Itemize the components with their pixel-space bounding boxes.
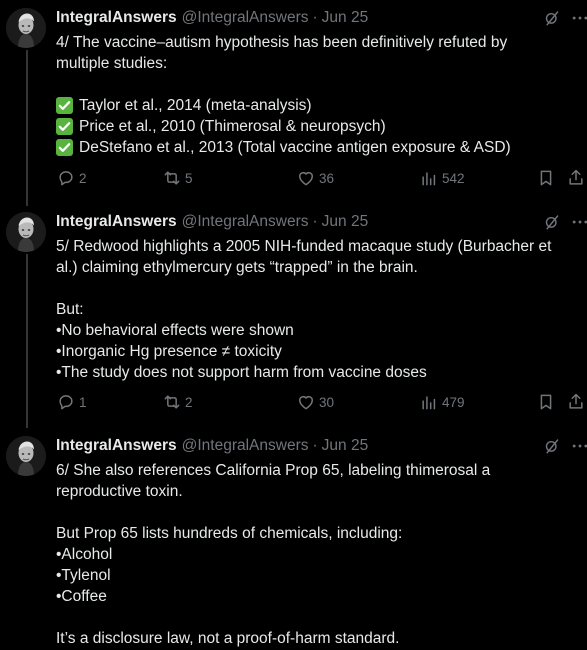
text-line: But: bbox=[56, 301, 84, 318]
avatar[interactable] bbox=[6, 8, 46, 48]
bullet-item: •Inorganic Hg presence ≠ toxicity bbox=[56, 343, 282, 360]
retweet-button[interactable]: 5 bbox=[162, 168, 193, 188]
tweet-6[interactable]: IntegralAnswers @IntegralAnswers · Jun 2… bbox=[0, 436, 587, 650]
like-count: 36 bbox=[319, 170, 335, 186]
study-item: Price et al., 2010 (Thimerosal & neurops… bbox=[56, 116, 584, 137]
share-icon bbox=[566, 168, 586, 188]
avatar[interactable] bbox=[6, 212, 46, 252]
grok-icon[interactable] bbox=[543, 212, 561, 232]
like-button[interactable]: 36 bbox=[296, 168, 334, 188]
share-icon bbox=[566, 392, 586, 412]
speech-bubble-icon bbox=[56, 168, 76, 188]
bullet-item: •The study does not support harm from va… bbox=[56, 364, 427, 381]
retweet-count: 5 bbox=[185, 170, 193, 186]
retweet-icon bbox=[162, 168, 182, 188]
separator-dot: · bbox=[312, 437, 318, 454]
study-item: Taylor et al., 2014 (meta-analysis) bbox=[56, 95, 584, 116]
timestamp[interactable]: Jun 25 bbox=[322, 437, 369, 455]
reply-count: 1 bbox=[79, 394, 87, 410]
text-line: It’s a disclosure law, not a proof-of-ha… bbox=[56, 630, 400, 647]
action-bar: 1 2 30 479 bbox=[56, 392, 587, 412]
grok-icon[interactable] bbox=[543, 436, 561, 456]
study-label: DeStefano et al., 2013 (Total vaccine an… bbox=[79, 139, 511, 156]
views-button[interactable]: 479 bbox=[419, 392, 465, 412]
like-button[interactable]: 30 bbox=[296, 392, 334, 412]
speech-bubble-icon bbox=[56, 392, 76, 412]
tweet-header: IntegralAnswers @IntegralAnswers · Jun 2… bbox=[56, 212, 368, 232]
bookmark-button[interactable] bbox=[536, 392, 556, 412]
retweet-icon bbox=[162, 392, 182, 412]
bullet-item: •Alcohol bbox=[56, 546, 113, 563]
tweet-text: 4/ The vaccine–autism hypothesis has bee… bbox=[56, 32, 584, 158]
bullet-item: •Tylenol bbox=[56, 567, 111, 584]
separator-dot: · bbox=[312, 213, 318, 230]
tweet-header: IntegralAnswers @IntegralAnswers · Jun 2… bbox=[56, 436, 368, 456]
retweet-button[interactable]: 2 bbox=[162, 392, 193, 412]
views-count: 542 bbox=[442, 170, 465, 186]
author-handle[interactable]: @IntegralAnswers bbox=[182, 9, 309, 27]
bar-chart-icon bbox=[419, 392, 439, 412]
author-handle[interactable]: @IntegralAnswers bbox=[182, 213, 309, 231]
bullet-item: •Coffee bbox=[56, 588, 107, 605]
text-line: al.) claiming ethylmercury gets “trapped… bbox=[56, 259, 418, 276]
action-bar: 2 5 36 542 bbox=[56, 168, 587, 188]
share-button[interactable] bbox=[566, 168, 586, 188]
more-icon[interactable] bbox=[569, 436, 587, 456]
bookmark-icon bbox=[536, 392, 556, 412]
tweet-header: IntegralAnswers @IntegralAnswers · Jun 2… bbox=[56, 8, 368, 28]
timestamp[interactable]: Jun 25 bbox=[322, 213, 369, 231]
study-label: Taylor et al., 2014 (meta-analysis) bbox=[79, 97, 312, 114]
timestamp[interactable]: Jun 25 bbox=[322, 9, 369, 27]
text-line: reproductive toxin. bbox=[56, 483, 183, 500]
tweet-5[interactable]: IntegralAnswers @IntegralAnswers · Jun 2… bbox=[0, 212, 587, 422]
views-button[interactable]: 542 bbox=[419, 168, 465, 188]
author-handle[interactable]: @IntegralAnswers bbox=[182, 437, 309, 455]
heart-icon bbox=[296, 392, 316, 412]
white-check-mark-icon bbox=[56, 97, 73, 114]
like-count: 30 bbox=[319, 394, 335, 410]
text-line: But Prop 65 lists hundreds of chemicals,… bbox=[56, 525, 403, 542]
text-line: 6/ She also references California Prop 6… bbox=[56, 462, 491, 479]
text-line: multiple studies: bbox=[56, 55, 168, 72]
reply-button[interactable]: 1 bbox=[56, 392, 87, 412]
more-icon[interactable] bbox=[569, 8, 587, 28]
avatar[interactable] bbox=[6, 436, 46, 476]
retweet-count: 2 bbox=[185, 394, 193, 410]
tweet-text: 5/ Redwood highlights a 2005 NIH-funded … bbox=[56, 236, 584, 383]
author-name[interactable]: IntegralAnswers bbox=[56, 213, 177, 231]
more-icon[interactable] bbox=[569, 212, 587, 232]
share-button[interactable] bbox=[566, 392, 586, 412]
author-name[interactable]: IntegralAnswers bbox=[56, 437, 177, 455]
author-name[interactable]: IntegralAnswers bbox=[56, 9, 177, 27]
bookmark-icon bbox=[536, 168, 556, 188]
tweet-text: 6/ She also references California Prop 6… bbox=[56, 460, 584, 649]
bullet-item: •No behavioral effects were shown bbox=[56, 322, 294, 339]
reply-button[interactable]: 2 bbox=[56, 168, 87, 188]
text-line: 5/ Redwood highlights a 2005 NIH-funded … bbox=[56, 238, 552, 255]
bar-chart-icon bbox=[419, 168, 439, 188]
white-check-mark-icon bbox=[56, 139, 73, 156]
study-item: DeStefano et al., 2013 (Total vaccine an… bbox=[56, 137, 584, 158]
tweet-4[interactable]: IntegralAnswers @IntegralAnswers · Jun 2… bbox=[0, 8, 587, 198]
heart-icon bbox=[296, 168, 316, 188]
white-check-mark-icon bbox=[56, 118, 73, 135]
bookmark-button[interactable] bbox=[536, 168, 556, 188]
reply-count: 2 bbox=[79, 170, 87, 186]
views-count: 479 bbox=[442, 394, 465, 410]
grok-icon[interactable] bbox=[543, 8, 561, 28]
separator-dot: · bbox=[312, 9, 318, 26]
study-label: Price et al., 2010 (Thimerosal & neurops… bbox=[79, 118, 386, 135]
text-line: 4/ The vaccine–autism hypothesis has bee… bbox=[56, 34, 508, 51]
